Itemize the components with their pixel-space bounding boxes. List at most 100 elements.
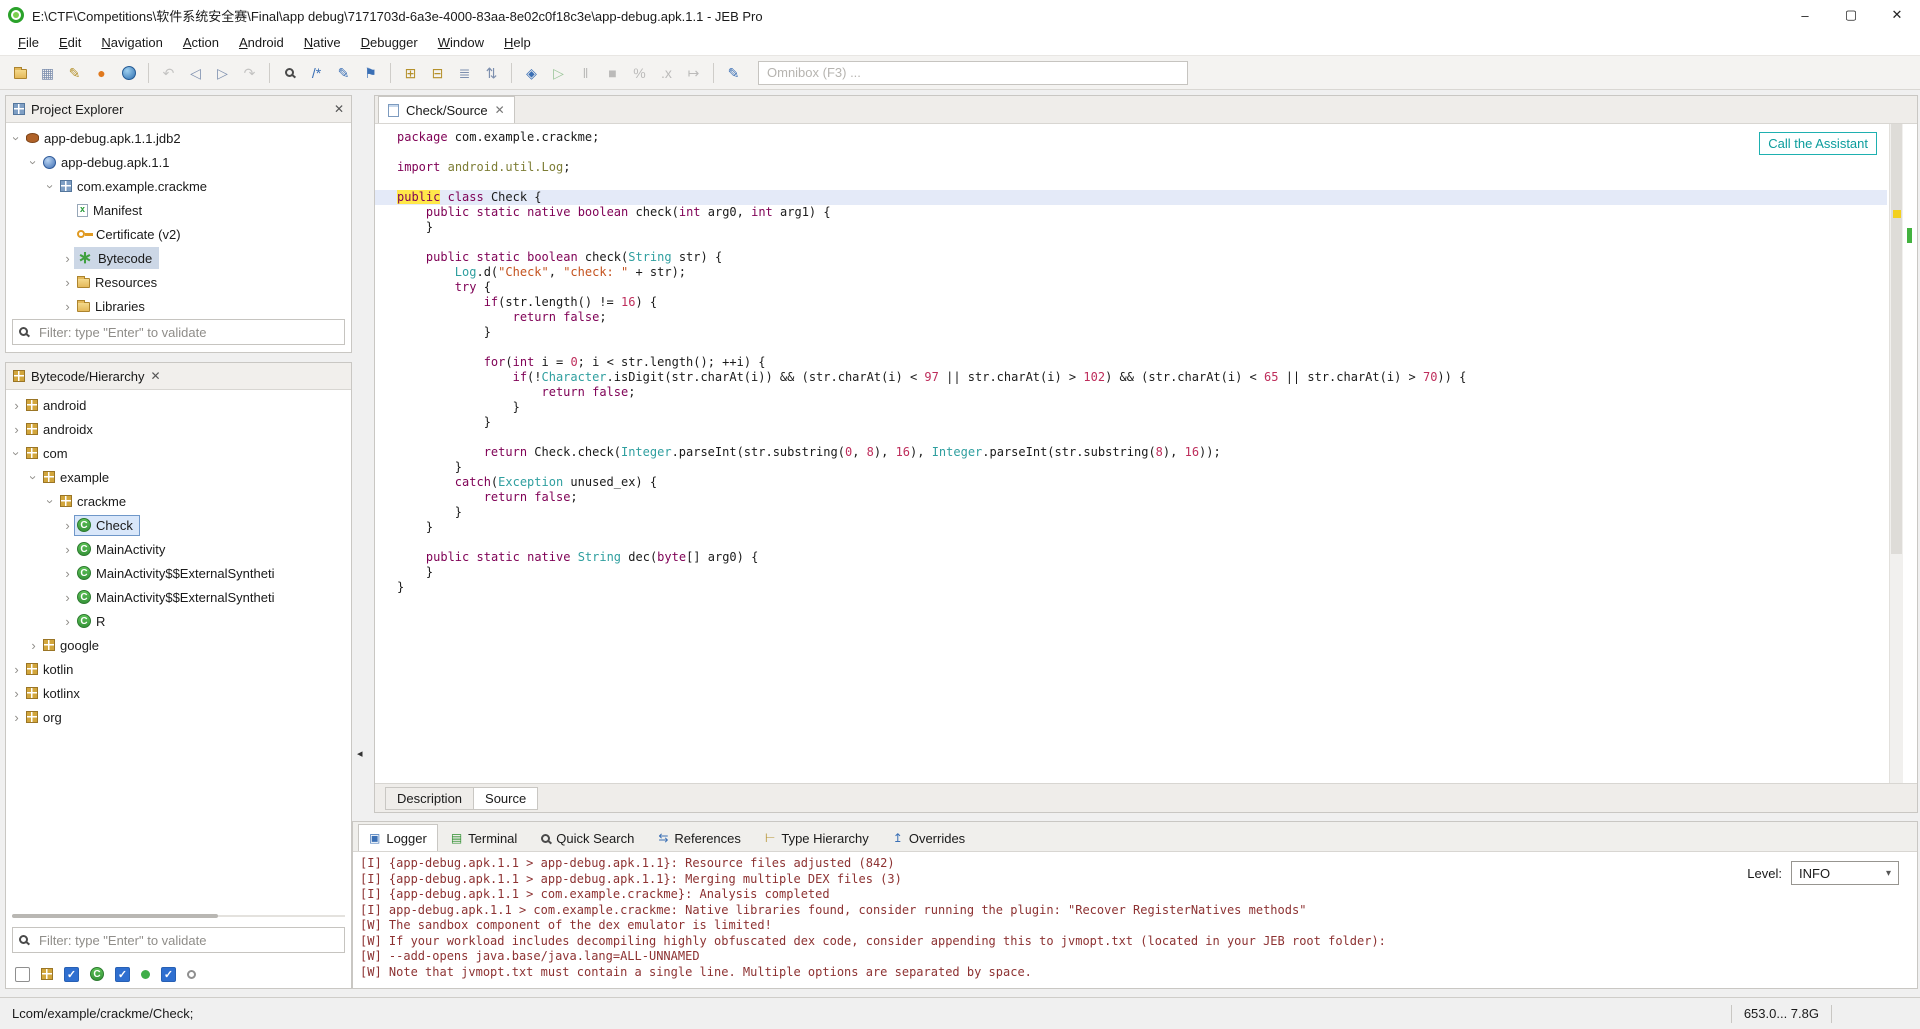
bytecode-view-icon[interactable]: ⊞ xyxy=(398,60,423,85)
tab-quick-search[interactable]: Quick Search xyxy=(530,824,645,851)
filter-toggle-unchecked[interactable] xyxy=(15,967,30,982)
project-item-app-debug-apk-1-1[interactable]: ›app-debug.apk.1.1 xyxy=(6,150,351,174)
assistant-pen-icon[interactable]: ✎ xyxy=(721,60,746,85)
expander-icon[interactable]: › xyxy=(27,638,40,653)
expander-icon[interactable]: › xyxy=(10,686,23,701)
hierarchy-item-kotlin[interactable]: ›kotlin xyxy=(6,657,351,681)
expander-icon[interactable]: › xyxy=(61,590,74,605)
hierarchy-hscrollbar[interactable] xyxy=(12,911,345,921)
menu-native[interactable]: Native xyxy=(294,32,351,53)
tab-overrides[interactable]: ↥Overrides xyxy=(882,824,976,851)
expander-icon[interactable]: › xyxy=(61,566,74,581)
omnibox-input[interactable] xyxy=(758,61,1188,85)
minimize-button[interactable]: – xyxy=(1782,0,1828,30)
menu-navigation[interactable]: Navigation xyxy=(91,32,172,53)
log-level-select[interactable]: INFO ▾ xyxy=(1791,861,1899,885)
hierarchy-item-google[interactable]: ›google xyxy=(6,633,351,657)
open-file-icon[interactable] xyxy=(8,60,33,85)
menu-window[interactable]: Window xyxy=(428,32,494,53)
run-icon[interactable]: ▷ xyxy=(546,60,571,85)
expander-icon[interactable]: › xyxy=(61,542,74,557)
tab-references[interactable]: ⇆References xyxy=(647,824,752,851)
filter-fields-checkbox[interactable]: ✓ xyxy=(161,967,176,982)
tab-description[interactable]: Description xyxy=(385,787,474,810)
project-item-com-example-crackme[interactable]: ›com.example.crackme xyxy=(6,174,351,198)
expander-icon[interactable]: › xyxy=(61,275,74,290)
occurrence-marker[interactable] xyxy=(1893,210,1901,218)
step-into-icon[interactable]: .x xyxy=(654,60,679,85)
project-item-manifest[interactable]: xManifest xyxy=(6,198,351,222)
close-project-explorer-icon[interactable]: ✕ xyxy=(334,102,344,116)
filter-field-icon[interactable] xyxy=(187,970,196,979)
filter-classes-checkbox[interactable]: ✓ xyxy=(64,967,79,982)
project-filter-input[interactable] xyxy=(12,319,345,345)
panel-splitter[interactable]: ◂ xyxy=(352,95,374,813)
caret-position-marker[interactable] xyxy=(1907,228,1912,243)
project-item-bytecode[interactable]: ›∗Bytecode xyxy=(6,246,351,270)
hierarchy-item-kotlinx[interactable]: ›kotlinx xyxy=(6,681,351,705)
rename-icon[interactable]: ✎ xyxy=(331,60,356,85)
expander-icon[interactable]: › xyxy=(61,251,74,266)
step-over-icon[interactable]: ↦ xyxy=(681,60,706,85)
close-hierarchy-icon[interactable]: ✕ xyxy=(150,369,160,383)
menu-help[interactable]: Help xyxy=(494,32,541,53)
menu-edit[interactable]: Edit xyxy=(49,32,91,53)
decompile-icon[interactable]: ⊟ xyxy=(425,60,450,85)
tab-terminal[interactable]: ▤Terminal xyxy=(440,824,528,851)
graph-icon[interactable]: ◈ xyxy=(519,60,544,85)
call-assistant-button[interactable]: Call the Assistant xyxy=(1759,132,1877,155)
hierarchy-item-example[interactable]: ›example xyxy=(6,465,351,489)
menu-debugger[interactable]: Debugger xyxy=(351,32,428,53)
navigate-back-icon[interactable]: ◁ xyxy=(183,60,208,85)
tab-logger[interactable]: ▣Logger xyxy=(358,824,438,851)
expander-icon[interactable]: › xyxy=(26,156,41,169)
project-item-app-debug-apk-1-1-jdb2[interactable]: ›app-debug.apk.1.1.jdb2 xyxy=(6,126,351,150)
project-item-resources[interactable]: ›Resources xyxy=(6,270,351,294)
stop-icon[interactable]: ■ xyxy=(600,60,625,85)
flag-icon[interactable]: ⚑ xyxy=(358,60,383,85)
project-item-libraries[interactable]: ›Libraries xyxy=(6,294,351,315)
navigate-forward-icon[interactable]: ▷ xyxy=(210,60,235,85)
maximize-button[interactable]: ▢ xyxy=(1828,0,1874,30)
hierarchy-filter-input[interactable] xyxy=(12,927,345,953)
close-button[interactable]: ✕ xyxy=(1874,0,1920,30)
collapse-sidebar-icon[interactable]: ◂ xyxy=(357,747,363,760)
percent-icon[interactable]: % xyxy=(627,60,652,85)
expander-icon[interactable]: › xyxy=(10,398,23,413)
tab-check-source[interactable]: Check/Source ✕ xyxy=(378,96,515,123)
expander-icon[interactable]: › xyxy=(9,132,24,145)
editor-vscrollbar[interactable] xyxy=(1889,124,1903,783)
globe-icon[interactable] xyxy=(116,60,141,85)
hierarchy-item-org[interactable]: ›org xyxy=(6,705,351,729)
hierarchy-item-check[interactable]: ›CCheck xyxy=(6,513,351,537)
search-icon[interactable] xyxy=(277,60,302,85)
close-tab-icon[interactable]: ✕ xyxy=(495,103,505,117)
hierarchy-item-androidx[interactable]: ›androidx xyxy=(6,417,351,441)
hierarchy-item-mainactivity-externalsyntheti[interactable]: ›CMainActivity$$ExternalSyntheti xyxy=(6,561,351,585)
sort-icon[interactable]: ⇅ xyxy=(479,60,504,85)
comment-icon[interactable]: /* xyxy=(304,60,329,85)
expander-icon[interactable]: › xyxy=(61,614,74,629)
code-editor[interactable]: package com.example.crackme; import andr… xyxy=(375,124,1917,783)
expander-icon[interactable]: › xyxy=(9,447,24,460)
filter-methods-checkbox[interactable]: ✓ xyxy=(115,967,130,982)
expander-icon[interactable]: › xyxy=(10,422,23,437)
pause-icon[interactable]: ‖ xyxy=(573,60,598,85)
project-item-certificate-v2[interactable]: Certificate (v2) xyxy=(6,222,351,246)
undo-icon[interactable]: ↶ xyxy=(156,60,181,85)
hierarchy-view-icon[interactable]: ≣ xyxy=(452,60,477,85)
hierarchy-item-mainactivity[interactable]: ›CMainActivity xyxy=(6,537,351,561)
menu-action[interactable]: Action xyxy=(173,32,229,53)
expander-icon[interactable]: › xyxy=(61,299,74,314)
tab-type-hierarchy[interactable]: ⊢Type Hierarchy xyxy=(754,824,880,851)
filter-method-icon[interactable] xyxy=(141,970,150,979)
scrollbar-thumb[interactable] xyxy=(1891,124,1902,554)
menu-file[interactable]: File xyxy=(8,32,49,53)
recent-icon[interactable]: ● xyxy=(89,60,114,85)
expander-icon[interactable]: › xyxy=(10,710,23,725)
tab-source[interactable]: Source xyxy=(473,787,538,810)
hierarchy-item-mainactivity-externalsyntheti[interactable]: ›CMainActivity$$ExternalSyntheti xyxy=(6,585,351,609)
redo-icon[interactable]: ↷ xyxy=(237,60,262,85)
expander-icon[interactable]: › xyxy=(61,518,74,533)
hierarchy-item-r[interactable]: ›CR xyxy=(6,609,351,633)
